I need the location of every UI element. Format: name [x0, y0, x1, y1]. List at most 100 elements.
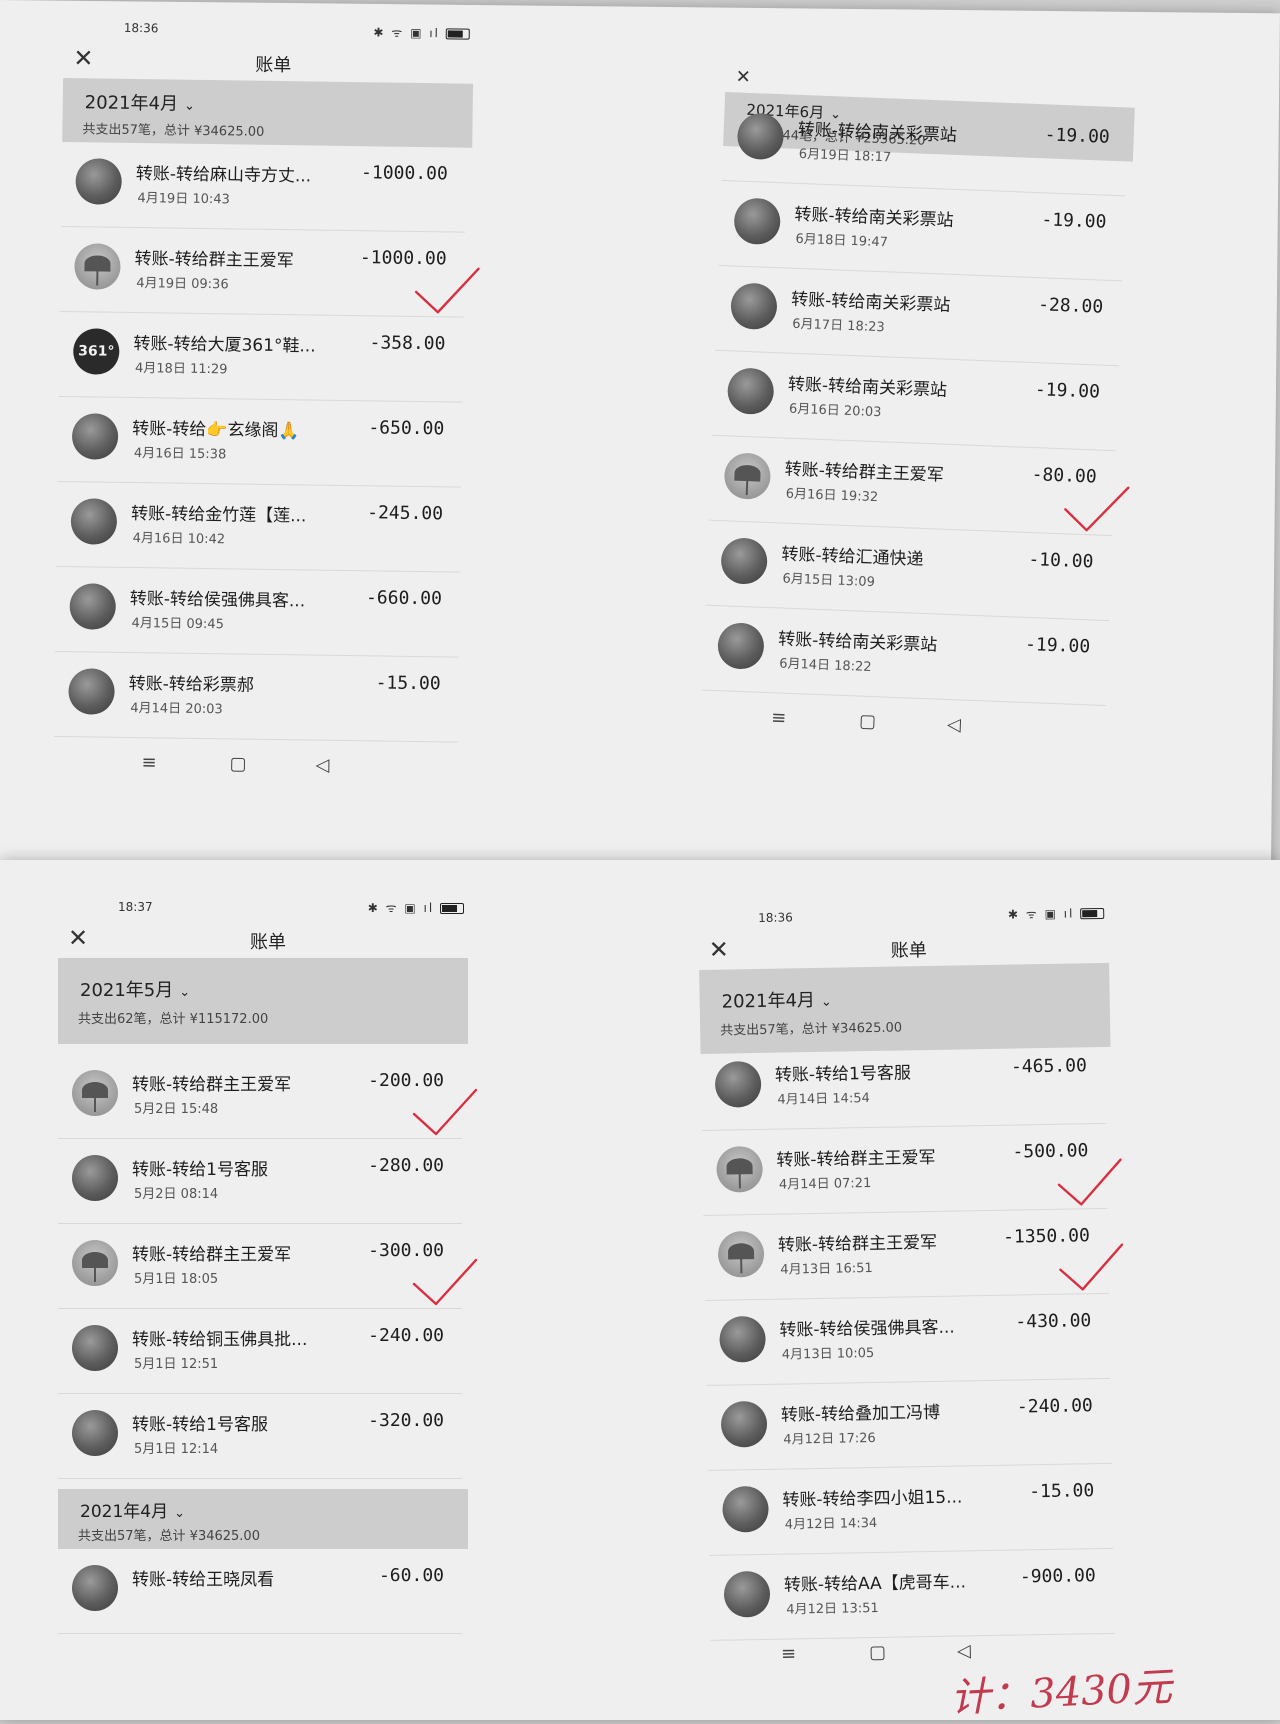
title-bar: ✕ 账单: [58, 918, 478, 958]
avatar: [736, 112, 785, 161]
transaction-name: 转账-转给群主王爱军: [777, 1232, 938, 1256]
transaction-amount: -19.00: [1024, 633, 1091, 658]
transaction-date: 6月16日 19:32: [785, 486, 879, 506]
transaction-row[interactable]: 转账-转给金竹莲【莲... 4月16日 10:42 -245.00: [56, 481, 462, 573]
transaction-row[interactable]: 转账-转给群主王爱军 5月1日 18:05 -300.00: [58, 1224, 478, 1309]
month-selector-secondary[interactable]: 2021年4月 ⌄: [80, 1497, 185, 1522]
avatar: [72, 1240, 118, 1286]
transaction-date: 6月18日 19:47: [795, 231, 889, 251]
transaction-row[interactable]: 转账-转给叠加工冯博 4月12日 17:26 -240.00: [706, 1378, 1112, 1471]
transaction-date: 6月15日 13:09: [782, 571, 876, 591]
transaction-row[interactable]: 转账-转给南关彩票站 6月17日 18:23 -28.00: [715, 265, 1123, 367]
transaction-name: 转账-转给南关彩票站: [787, 374, 948, 401]
transaction-amount: -200.00: [368, 1070, 444, 1091]
transaction-row[interactable]: 转账-转给南关彩票站 6月18日 19:47 -19.00: [718, 180, 1126, 282]
chevron-down-icon: ⌄: [174, 1506, 185, 1521]
transaction-row[interactable]: 转账-转给汇通快递 6月15日 13:09 -10.00: [705, 520, 1113, 622]
transaction-row[interactable]: 转账-转给AA【虎哥车... 4月12日 13:51 -900.00: [709, 1548, 1115, 1641]
avatar: [72, 1070, 118, 1116]
transaction-date: 4月16日 15:38: [133, 446, 227, 463]
transaction-row[interactable]: 转账-转给群主王爱军 4月13日 16:51 -1350.00: [703, 1208, 1124, 1301]
back-icon[interactable]: ◁: [957, 1640, 971, 1661]
checkmark-icon: [1054, 1154, 1125, 1211]
back-icon[interactable]: ◁: [315, 755, 329, 776]
avatar: [71, 413, 119, 460]
transaction-amount: -240.00: [368, 1325, 444, 1346]
status-icons: ✱ ᯤ ▣ ıl: [368, 899, 464, 916]
transaction-amount: -280.00: [368, 1155, 444, 1176]
transaction-row[interactable]: 转账-转给李四小姐15... 4月12日 14:34 -15.00: [707, 1463, 1114, 1556]
transaction-name: 转账-转给南关彩票站: [797, 119, 958, 146]
transaction-amount: -15.00: [1029, 1480, 1095, 1503]
transaction-row[interactable]: 转账-转给群主王爱军 5月2日 15:48 -200.00: [58, 1054, 478, 1139]
transaction-name: 转账-转给麻山寺方丈...: [135, 164, 312, 187]
transaction-row[interactable]: 转账-转给群主王爱军 4月14日 07:21 -500.00: [701, 1123, 1122, 1216]
status-time: 18:36: [758, 910, 793, 925]
transaction-amount: -240.00: [1016, 1395, 1093, 1418]
transaction-list: 转账-转给南关彩票站 6月19日 18:17 -19.00 转账-转给南关彩票站 6月1…: [702, 95, 1145, 707]
transaction-date: 5月2日 15:48: [134, 1102, 219, 1117]
transaction-name: 转账-转给王晓凤看: [132, 1570, 275, 1590]
transaction-name: 转账-转给AA【虎哥车...: [783, 1572, 967, 1596]
transaction-name: 转账-转给1号客服: [132, 1160, 268, 1180]
transaction-amount: -80.00: [1031, 464, 1098, 488]
transaction-name: 转账-转给汇通快递: [781, 544, 924, 570]
month-label: 2021年4月: [80, 1502, 169, 1522]
transaction-name: 转账-转给👉玄缘阁🙏: [132, 418, 300, 442]
month-selector[interactable]: 2021年4月 ⌄: [721, 986, 832, 1014]
home-icon[interactable]: ▢: [859, 711, 877, 733]
transaction-amount: -500.00: [1012, 1140, 1089, 1163]
status-time: 18:37: [118, 900, 153, 914]
home-icon[interactable]: ▢: [869, 1642, 886, 1663]
transaction-name: 转账-转给彩票郝: [128, 673, 254, 696]
month-selector[interactable]: 2021年5月 ⌄: [80, 976, 190, 1002]
avatar: [717, 1230, 765, 1278]
menu-icon[interactable]: ≡: [141, 752, 156, 773]
transaction-row[interactable]: 转账-转给群主王爱军 4月19日 09:36 -1000.00: [59, 226, 480, 318]
transaction-name: 转账-转给铜玉佛具批...: [132, 1330, 308, 1350]
transaction-date: 4月13日 16:51: [780, 1261, 873, 1278]
transaction-amount: -19.00: [1044, 124, 1111, 148]
transaction-name: 转账-转给群主王爱军: [132, 1075, 292, 1095]
avatar: [74, 243, 121, 290]
screen-april-bottom-right: 18:36 ✱ ᯤ ▣ ıl ✕ 账单 2021年4月 ⌄ 共支出57笔，总计 ¥…: [698, 899, 1131, 1681]
transaction-row[interactable]: 转账-转给南关彩票站 6月14日 18:22 -19.00: [702, 605, 1110, 707]
transaction-row[interactable]: 转账-转给1号客服 5月1日 12:14 -320.00: [58, 1394, 462, 1479]
checkmark-icon: [1060, 479, 1132, 538]
transaction-row[interactable]: 转账-转给群主王爱军 6月16日 19:32 -80.00: [708, 435, 1130, 537]
transaction-row[interactable]: 转账-转给麻山寺方丈... 4月19日 10:43 -1000.00: [61, 141, 467, 233]
month-summary: 共支出57笔，总计 ¥34625.00: [78, 1529, 260, 1544]
transaction-date: 6月16日 20:03: [788, 401, 882, 421]
transaction-row[interactable]: 转账-转给👉玄缘阁🙏 4月16日 15:38 -650.00: [57, 396, 463, 488]
transaction-row[interactable]: 361° 转账-转给大厦361°鞋... 4月18日 11:29 -358.00: [58, 311, 464, 403]
avatar: [68, 668, 115, 715]
transaction-row[interactable]: 转账-转给侯强佛具客... 4月15日 09:45 -660.00: [55, 566, 461, 658]
title-bar: ✕ 账单: [63, 38, 484, 84]
avatar: [717, 622, 765, 670]
transaction-row[interactable]: 转账-转给彩票郝 4月14日 20:03 -15.00: [53, 651, 460, 743]
back-icon[interactable]: ◁: [947, 714, 962, 736]
transaction-row[interactable]: 转账-转给南关彩票站 6月19日 18:17 -19.00: [721, 95, 1129, 197]
page-title: 账单: [890, 940, 927, 962]
transaction-date: 6月14日 18:22: [778, 656, 872, 676]
month-selector[interactable]: 2021年4月 ⌄: [85, 88, 196, 116]
month-header: 2021年4月 ⌄ 共支出57笔，总计 ¥34625.00: [62, 77, 474, 148]
close-icon[interactable]: ✕: [735, 66, 751, 88]
transaction-date: 4月19日 09:36: [136, 276, 229, 293]
transaction-row[interactable]: 转账-转给1号客服 4月14日 14:54 -465.00: [700, 1038, 1106, 1131]
avatar: [70, 498, 118, 545]
avatar: [722, 1485, 769, 1533]
transaction-name: 转账-转给叠加工冯博: [780, 1402, 941, 1426]
transaction-date: 6月17日 18:23: [792, 316, 885, 336]
transaction-date: 4月14日 07:21: [778, 1176, 872, 1193]
transaction-amount: -660.00: [365, 587, 443, 610]
menu-icon[interactable]: ≡: [781, 1643, 796, 1664]
transaction-row[interactable]: 转账-转给铜玉佛具批... 5月1日 12:51 -240.00: [58, 1309, 462, 1394]
transaction-row[interactable]: 转账-转给1号客服 5月2日 08:14 -280.00: [58, 1139, 462, 1224]
home-icon[interactable]: ▢: [229, 753, 246, 774]
transaction-row[interactable]: 转账-转给侯强佛具客... 4月13日 10:05 -430.00: [704, 1293, 1111, 1386]
month-header-secondary: 2021年4月 ⌄ 共支出57笔，总计 ¥34625.00: [58, 1489, 468, 1549]
transaction-row[interactable]: 转账-转给南关彩票站 6月16日 20:03 -19.00: [711, 350, 1119, 452]
transaction-row[interactable]: 转账-转给王晓凤看 -60.00: [58, 1549, 462, 1634]
menu-icon[interactable]: ≡: [771, 707, 787, 729]
